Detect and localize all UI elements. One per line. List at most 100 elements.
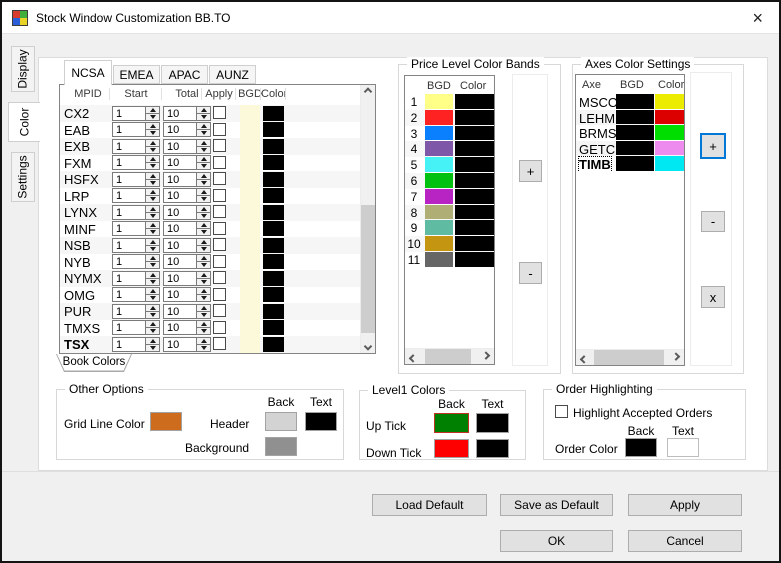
spinner-arrows[interactable]	[145, 123, 159, 136]
bgd-color-swatch[interactable]	[425, 126, 453, 141]
spinner-down-icon[interactable]	[146, 129, 159, 136]
apply-checkbox[interactable]	[213, 189, 226, 202]
spinner-arrows[interactable]	[145, 239, 159, 252]
scrollbar-thumb[interactable]	[425, 349, 471, 364]
up-tick-text-swatch[interactable]	[476, 413, 509, 433]
spinner-down-icon[interactable]	[197, 212, 210, 219]
start-spinner[interactable]: 1	[112, 205, 160, 220]
apply-checkbox[interactable]	[213, 238, 226, 251]
bgd-color-swatch[interactable]	[240, 287, 260, 304]
scroll-right-icon[interactable]	[478, 349, 494, 364]
total-spinner[interactable]: 10	[163, 188, 211, 203]
spinner-down-icon[interactable]	[197, 129, 210, 136]
spinner-down-icon[interactable]	[146, 179, 159, 186]
start-spinner[interactable]: 1	[112, 238, 160, 253]
total-spinner[interactable]: 10	[163, 337, 211, 352]
order-back-color-swatch[interactable]	[625, 438, 657, 457]
apply-checkbox[interactable]	[213, 255, 226, 268]
spinner-down-icon[interactable]	[146, 212, 159, 219]
text-color-swatch[interactable]	[263, 139, 284, 154]
grid-line-color-swatch[interactable]	[150, 412, 182, 431]
spinner-arrows[interactable]	[196, 321, 210, 334]
total-spinner[interactable]: 10	[163, 238, 211, 253]
start-spinner[interactable]: 1	[112, 221, 160, 236]
bgd-color-swatch[interactable]	[425, 110, 453, 125]
text-color-swatch[interactable]	[655, 110, 684, 125]
background-color-swatch[interactable]	[265, 437, 297, 456]
total-spinner[interactable]: 10	[163, 106, 211, 121]
bgd-color-swatch[interactable]	[240, 270, 260, 287]
apply-checkbox[interactable]	[213, 321, 226, 334]
bgd-color-swatch[interactable]	[425, 236, 453, 251]
spinner-arrows[interactable]	[196, 222, 210, 235]
text-color-swatch[interactable]	[655, 141, 684, 156]
text-color-swatch[interactable]	[455, 205, 494, 220]
add-axe-button[interactable]: +	[700, 133, 726, 159]
tab-book-colors[interactable]: Book Colors	[56, 354, 132, 372]
total-spinner[interactable]: 10	[163, 254, 211, 269]
tab-display[interactable]: Display	[11, 46, 35, 92]
spinner-arrows[interactable]	[196, 255, 210, 268]
text-color-swatch[interactable]	[455, 157, 494, 172]
start-spinner[interactable]: 1	[112, 320, 160, 335]
scroll-down-icon[interactable]	[361, 337, 375, 353]
start-spinner[interactable]: 1	[112, 106, 160, 121]
spinner-down-icon[interactable]	[146, 228, 159, 235]
start-spinner[interactable]: 1	[112, 122, 160, 137]
bgd-color-swatch[interactable]	[425, 94, 453, 109]
text-color-swatch[interactable]	[263, 320, 284, 335]
text-color-swatch[interactable]	[263, 238, 284, 253]
tab-ncsa[interactable]: NCSA	[64, 60, 112, 85]
text-color-swatch[interactable]	[655, 156, 684, 171]
apply-checkbox[interactable]	[213, 156, 226, 169]
spinner-arrows[interactable]	[196, 288, 210, 301]
order-text-color-swatch[interactable]	[667, 438, 699, 457]
total-spinner[interactable]: 10	[163, 205, 211, 220]
start-spinner[interactable]: 1	[112, 188, 160, 203]
spinner-arrows[interactable]	[145, 338, 159, 351]
spinner-down-icon[interactable]	[146, 278, 159, 285]
text-color-swatch[interactable]	[263, 172, 284, 187]
spinner-down-icon[interactable]	[146, 261, 159, 268]
text-color-swatch[interactable]	[263, 122, 284, 137]
tab-settings[interactable]: Settings	[11, 152, 35, 202]
remove-axe-button[interactable]: -	[701, 211, 725, 232]
text-color-swatch[interactable]	[263, 106, 284, 121]
spinner-down-icon[interactable]	[197, 195, 210, 202]
tab-color[interactable]: Color	[8, 102, 40, 142]
header-back-color-swatch[interactable]	[265, 412, 297, 431]
tab-aunz[interactable]: AUNZ	[209, 65, 256, 84]
down-tick-text-swatch[interactable]	[476, 439, 509, 458]
text-color-swatch[interactable]	[455, 141, 494, 156]
close-icon[interactable]: ×	[746, 9, 769, 27]
horizontal-scrollbar[interactable]	[576, 349, 684, 365]
total-spinner[interactable]: 10	[163, 304, 211, 319]
spinner-arrows[interactable]	[145, 206, 159, 219]
scrollbar-thumb[interactable]	[594, 350, 664, 365]
spinner-arrows[interactable]	[145, 288, 159, 301]
delete-axe-button[interactable]: x	[701, 286, 725, 308]
start-spinner[interactable]: 1	[112, 337, 160, 352]
spinner-arrows[interactable]	[196, 173, 210, 186]
vertical-scrollbar[interactable]	[360, 85, 375, 353]
text-color-swatch[interactable]	[263, 155, 284, 170]
down-tick-back-swatch[interactable]	[434, 439, 469, 458]
spinner-down-icon[interactable]	[197, 261, 210, 268]
start-spinner[interactable]: 1	[112, 254, 160, 269]
total-spinner[interactable]: 10	[163, 287, 211, 302]
bgd-color-swatch[interactable]	[240, 320, 260, 337]
text-color-swatch[interactable]	[263, 221, 284, 236]
text-color-swatch[interactable]	[455, 94, 494, 109]
text-color-swatch[interactable]	[455, 236, 494, 251]
start-spinner[interactable]: 1	[112, 304, 160, 319]
ok-button[interactable]: OK	[500, 530, 613, 552]
scroll-up-icon[interactable]	[361, 85, 375, 101]
bgd-color-swatch[interactable]	[425, 173, 453, 188]
total-spinner[interactable]: 10	[163, 139, 211, 154]
spinner-arrows[interactable]	[145, 107, 159, 120]
text-color-swatch[interactable]	[263, 337, 284, 352]
bgd-color-swatch[interactable]	[425, 157, 453, 172]
spinner-arrows[interactable]	[145, 222, 159, 235]
up-tick-back-swatch[interactable]	[434, 413, 469, 433]
spinner-down-icon[interactable]	[197, 245, 210, 252]
